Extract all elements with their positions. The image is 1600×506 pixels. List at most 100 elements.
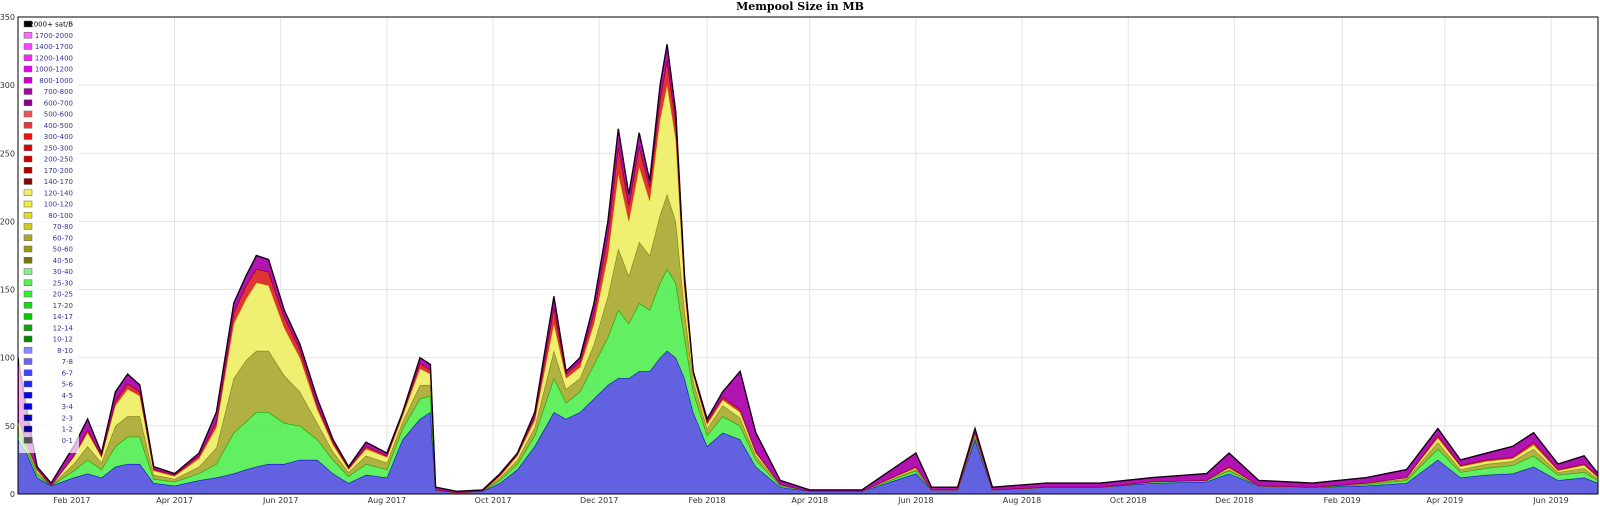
legend-swatch xyxy=(23,392,33,399)
legend-label: 1400-1700 xyxy=(35,43,73,51)
x-tick-label: Feb 2018 xyxy=(689,496,726,505)
legend-label: 6-7 xyxy=(62,369,73,377)
y-tick-label: 350 xyxy=(0,13,15,22)
legend-swatch xyxy=(23,437,33,444)
legend-swatch xyxy=(23,335,33,343)
legend-label: 120-140 xyxy=(44,189,73,197)
legend-swatch xyxy=(23,99,33,106)
y-tick-label: 300 xyxy=(0,81,15,90)
x-tick-label: Jun 2018 xyxy=(897,496,933,505)
y-tick-label: 150 xyxy=(0,286,15,295)
legend-label: 3-4 xyxy=(62,403,74,411)
legend-swatch xyxy=(23,403,33,410)
legend-label: 800-1000 xyxy=(39,77,73,85)
x-tick-label: Oct 2017 xyxy=(475,496,512,505)
legend-swatch xyxy=(23,212,33,219)
legend-label: 2000+ sat/B xyxy=(29,21,73,29)
y-tick-label: 250 xyxy=(0,149,15,158)
legend-label: 5-6 xyxy=(62,381,74,389)
x-tick-label: Jun 2017 xyxy=(262,496,298,505)
legend-swatch xyxy=(23,110,33,118)
y-tick-label: 200 xyxy=(0,217,15,226)
legend-swatch xyxy=(23,77,33,84)
legend-swatch xyxy=(23,133,33,140)
legend-swatch xyxy=(23,290,33,298)
legend-label: 0-1 xyxy=(62,437,73,445)
legend-label: 17-20 xyxy=(53,302,73,310)
x-tick-label: Oct 2018 xyxy=(1110,496,1147,505)
x-tick-label: Jun 2019 xyxy=(1532,496,1568,505)
legend-swatch xyxy=(23,43,33,50)
legend-swatch xyxy=(23,65,33,73)
legend-label: 400-500 xyxy=(44,122,73,130)
legend-label: 40-50 xyxy=(53,257,73,265)
legend-swatch xyxy=(23,425,33,433)
y-tick-label: 100 xyxy=(0,354,15,363)
legend-swatch xyxy=(23,178,33,185)
legend-swatch xyxy=(23,358,33,365)
legend-swatch xyxy=(23,88,33,95)
legend-label: 250-300 xyxy=(44,144,73,152)
x-tick-label: Dec 2017 xyxy=(580,496,618,505)
legend-label: 500-600 xyxy=(44,111,73,119)
x-tick-label: Apr 2019 xyxy=(1426,496,1463,505)
legend-label: 30-40 xyxy=(53,268,73,276)
x-tick-label: Apr 2017 xyxy=(156,496,193,505)
legend-swatch xyxy=(23,369,33,376)
legend-label: 1700-2000 xyxy=(35,32,73,40)
legend-label: 1-2 xyxy=(62,426,73,434)
legend-swatch xyxy=(23,200,33,208)
legend-swatch xyxy=(23,257,33,264)
legend-swatch xyxy=(23,279,33,286)
legend-swatch xyxy=(23,234,33,241)
legend-swatch xyxy=(23,32,33,39)
legend-label: 700-800 xyxy=(44,88,73,96)
x-tick-label: Apr 2018 xyxy=(791,496,828,505)
legend-label: 170-200 xyxy=(44,167,73,175)
legend-label: 20-25 xyxy=(53,291,73,299)
legend-label: 70-80 xyxy=(53,223,73,231)
legend-label: 100-120 xyxy=(44,201,73,209)
legend[interactable]: 2000+ sat/B 1700-2000 1400-1700 1200-1400 10… xyxy=(19,19,79,453)
legend-label: 140-170 xyxy=(44,178,73,186)
y-tick-label: 0 xyxy=(10,490,15,499)
legend-swatch xyxy=(23,122,33,129)
legend-swatch xyxy=(23,268,33,275)
legend-swatch xyxy=(23,302,33,309)
legend-swatch xyxy=(23,189,33,196)
legend-label: 80-100 xyxy=(48,212,73,220)
legend-swatch xyxy=(23,167,33,174)
legend-swatch xyxy=(23,380,33,388)
x-tick-label: Feb 2017 xyxy=(53,496,90,505)
legend-label: 8-10 xyxy=(57,347,73,355)
legend-label: 200-250 xyxy=(44,156,73,164)
legend-swatch xyxy=(23,223,33,230)
legend-label: 300-400 xyxy=(44,133,73,141)
legend-swatch xyxy=(23,324,33,331)
legend-label: 1200-1400 xyxy=(35,54,73,62)
x-tick-label: Aug 2017 xyxy=(368,496,407,505)
y-tick-label: 50 xyxy=(5,422,15,431)
legend-swatch xyxy=(23,245,33,253)
legend-swatch xyxy=(23,414,33,421)
legend-item[interactable]: 2000+ sat/B xyxy=(23,21,73,29)
chart-title: Mempool Size in MB xyxy=(736,0,864,13)
legend-label: 7-8 xyxy=(62,358,73,366)
legend-swatch xyxy=(23,144,33,151)
legend-label: 14-17 xyxy=(53,313,73,321)
legend-label: 50-60 xyxy=(53,246,73,254)
mempool-chart: Mempool Size in MB 0 50 100 150 200 250 300 350… xyxy=(0,0,1599,505)
legend-swatch xyxy=(23,347,33,354)
legend-label: 25-30 xyxy=(53,279,73,287)
legend-swatch xyxy=(23,54,33,61)
legend-label: 12-14 xyxy=(53,324,74,332)
x-tick-label: Feb 2019 xyxy=(1324,496,1361,505)
x-tick-label: Aug 2018 xyxy=(1003,496,1042,505)
legend-label: 10-12 xyxy=(53,336,73,344)
legend-label: 600-700 xyxy=(44,99,73,107)
legend-label: 2-3 xyxy=(62,414,73,422)
legend-label: 1000-1200 xyxy=(35,66,73,74)
legend-label: 60-70 xyxy=(53,234,73,242)
x-tick-label: Dec 2018 xyxy=(1215,496,1253,505)
legend-swatch xyxy=(23,313,33,320)
